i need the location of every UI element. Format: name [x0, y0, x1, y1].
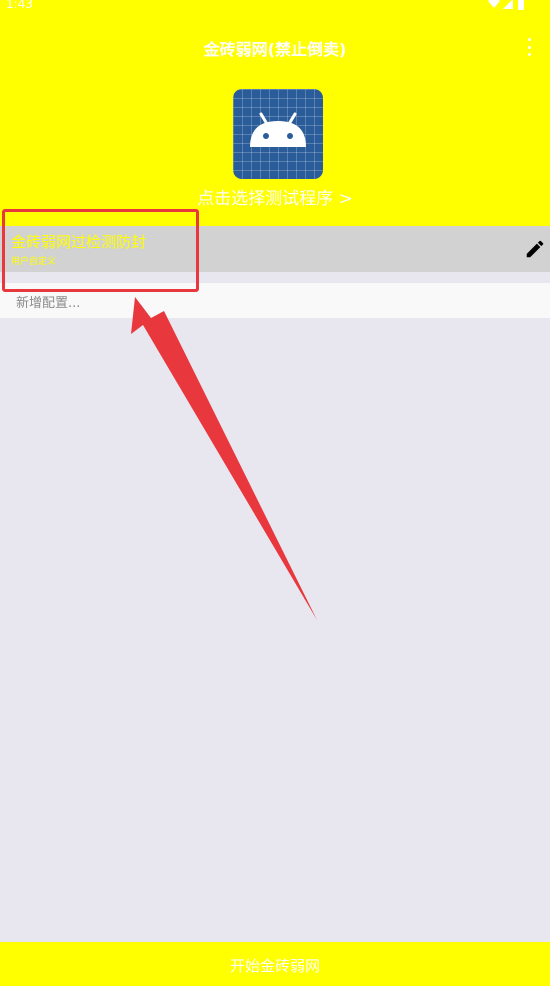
wifi-icon — [488, 0, 500, 8]
app-title: 金砖弱网(禁止倒卖) — [203, 40, 347, 59]
status-time: 1:43 — [6, 0, 33, 11]
status-icons — [488, 0, 528, 12]
add-config-label: 新增配置... — [16, 296, 81, 311]
add-config-item[interactable]: 新增配置... — [0, 283, 550, 318]
cell-signal-icon — [503, 0, 513, 9]
app-header: 金砖弱网(禁止倒卖) 点击选择测试程序 > — [0, 14, 550, 226]
select-test-app-link[interactable]: 点击选择测试程序 > — [0, 184, 550, 209]
config-list-item[interactable]: 金砖弱网过检测防封 用户自定义 — [0, 226, 550, 272]
start-button-label: 开始金砖弱网 — [229, 957, 320, 975]
battery-icon — [518, 0, 524, 10]
start-button[interactable]: 开始金砖弱网 — [0, 942, 550, 986]
status-bar: 1:43 — [0, 0, 550, 14]
edit-pencil-icon[interactable] — [524, 238, 546, 260]
config-subtitle: 用户自定义 — [11, 257, 57, 267]
more-vert-icon[interactable] — [522, 38, 536, 56]
config-title: 金砖弱网过检测防封 — [11, 233, 147, 251]
android-app-icon[interactable] — [233, 89, 323, 179]
